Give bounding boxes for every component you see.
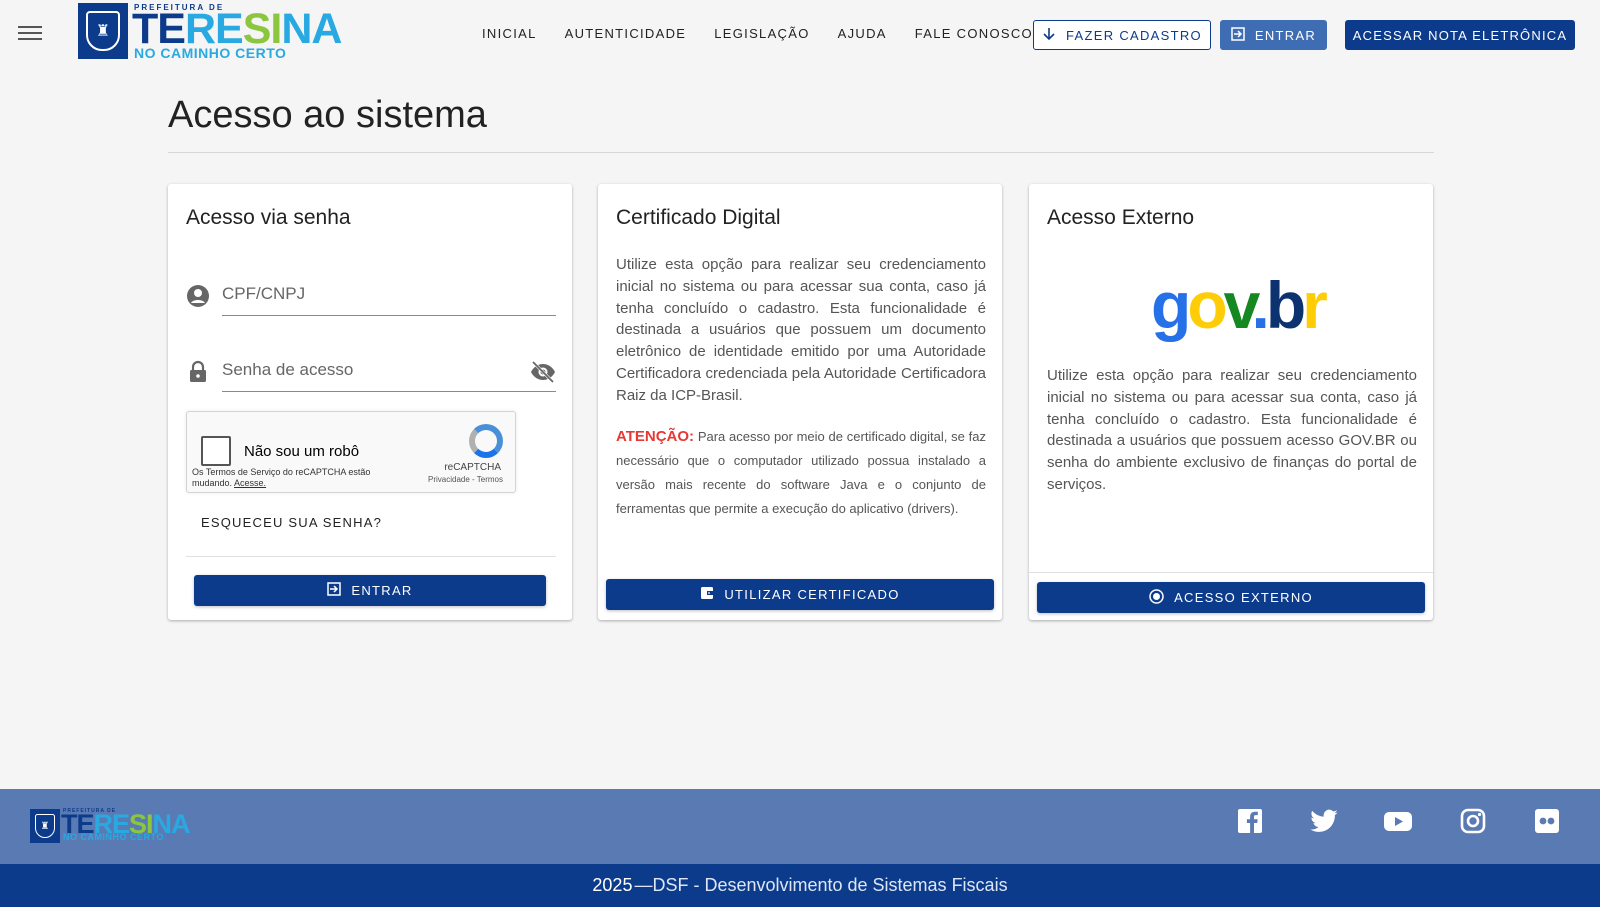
footer-logo-slogan: NO CAMINHO CERTO (63, 832, 164, 842)
top-bar: ♜ PREFEITURA DE TERESINA NO CAMINHO CERT… (0, 0, 1600, 70)
govbr-logo: gov.br (1151, 268, 1328, 342)
recaptcha-checkbox[interactable] (201, 436, 231, 466)
footer-logo[interactable]: ♜ PREFEITURA DE TERESINA NO CAMINHO CERT… (30, 808, 200, 845)
cpf-input[interactable] (222, 280, 522, 308)
recaptcha-privacy-link[interactable]: Privacidade - Termos (428, 475, 503, 484)
card-divider (186, 556, 556, 557)
recaptcha-terms-text: Os Termos de Serviço do reCAPTCHA estão … (192, 467, 371, 488)
attention-label: ATENÇÃO: (616, 428, 695, 445)
card-divider (1029, 572, 1433, 573)
login-icon (1231, 26, 1245, 44)
account-circle-icon (186, 284, 210, 308)
external-access-card: Acesso Externo gov.br Utilize esta opção… (1029, 184, 1433, 620)
register-button[interactable]: FAZER CADASTRO (1033, 20, 1211, 50)
password-input[interactable] (222, 356, 522, 384)
copyright-year: 2025 (592, 875, 633, 895)
recaptcha-widget: Não sou um robô Os Termos de Serviço do … (186, 411, 516, 493)
login-icon (327, 582, 342, 599)
use-certificate-label: UTILIZAR CERTIFICADO (724, 587, 900, 602)
password-field (186, 352, 556, 392)
visibility-off-icon[interactable] (530, 360, 556, 384)
nav-ajuda[interactable]: AJUDA (838, 22, 887, 46)
recaptcha-terms-link[interactable]: Acesse. (234, 478, 266, 488)
recaptcha-brand: reCAPTCHA (444, 462, 501, 473)
page-title: Acesso ao sistema (168, 94, 487, 136)
instagram-icon[interactable] (1458, 806, 1488, 836)
recaptcha-label: Não sou um robô (244, 443, 360, 460)
main-nav: INICIAL AUTENTICIDADE LEGISLAÇÃO AJUDA F… (482, 22, 1061, 46)
recaptcha-logo-icon (469, 424, 503, 458)
password-card-title: Acesso via senha (186, 206, 351, 229)
footer: ♜ PREFEITURA DE TERESINA NO CAMINHO CERT… (0, 789, 1600, 864)
use-certificate-button[interactable]: UTILIZAR CERTIFICADO (606, 579, 994, 610)
nav-legislacao[interactable]: LEGISLAÇÃO (714, 22, 809, 46)
radio-target-icon (1149, 588, 1164, 607)
forgot-password-link[interactable]: ESQUECEU SUA SENHA? (201, 515, 382, 530)
copyright-bar: 2025 —DSF - Desenvolvimento de Sistemas … (0, 864, 1600, 907)
nav-inicial[interactable]: INICIAL (482, 22, 537, 46)
certificate-attention: ATENÇÃO: Para acesso por meio de certifi… (616, 425, 986, 521)
certificate-description: Utilize esta opção para realizar seu cre… (616, 256, 986, 404)
password-login-button[interactable]: ENTRAR (194, 575, 546, 606)
facebook-icon[interactable] (1235, 806, 1265, 836)
teresina-logo[interactable]: ♜ PREFEITURA DE TERESINA NO CAMINHO CERT… (78, 2, 358, 61)
register-button-label: FAZER CADASTRO (1066, 27, 1202, 43)
city-crest-icon: ♜ (78, 3, 128, 59)
password-access-card: Acesso via senha Não sou um robô Os Term… (168, 184, 572, 620)
lock-icon (186, 360, 210, 384)
recaptcha-terms: Os Termos de Serviço do reCAPTCHA estão … (192, 467, 392, 489)
external-access-button[interactable]: ACESSO EXTERNO (1037, 582, 1425, 613)
login-button-top-label: ENTRAR (1254, 27, 1317, 43)
certificate-card-title: Certificado Digital (616, 206, 781, 229)
cpf-field (186, 276, 556, 316)
nav-autenticidade[interactable]: AUTENTICIDADE (565, 22, 687, 46)
external-card-title: Acesso Externo (1047, 206, 1195, 229)
youtube-icon[interactable] (1383, 806, 1413, 836)
wallet-icon (700, 586, 714, 603)
external-description: Utilize esta opção para realizar seu cre… (1047, 367, 1417, 493)
login-button-top[interactable]: ENTRAR (1220, 20, 1327, 50)
city-crest-icon: ♜ (30, 809, 60, 843)
external-access-label: ACESSO EXTERNO (1174, 590, 1313, 605)
access-invoice-button[interactable]: ACESSAR NOTA ELETRÔNICA (1345, 20, 1575, 50)
password-login-label: ENTRAR (351, 583, 413, 598)
title-divider (168, 152, 1434, 153)
copyright-credit: —DSF - Desenvolvimento de Sistemas Fisca… (634, 875, 1008, 895)
cpf-underline (222, 315, 556, 316)
password-underline (222, 391, 556, 392)
arrow-down-icon (1042, 27, 1056, 44)
twitter-icon[interactable] (1309, 806, 1339, 836)
hamburger-menu-icon[interactable] (16, 22, 44, 46)
logo-slogan: NO CAMINHO CERTO (134, 45, 287, 61)
nav-fale-conosco[interactable]: FALE CONOSCO (915, 22, 1033, 46)
digital-certificate-card: Certificado Digital Utilize esta opção p… (598, 184, 1002, 620)
flickr-icon[interactable] (1532, 806, 1562, 836)
